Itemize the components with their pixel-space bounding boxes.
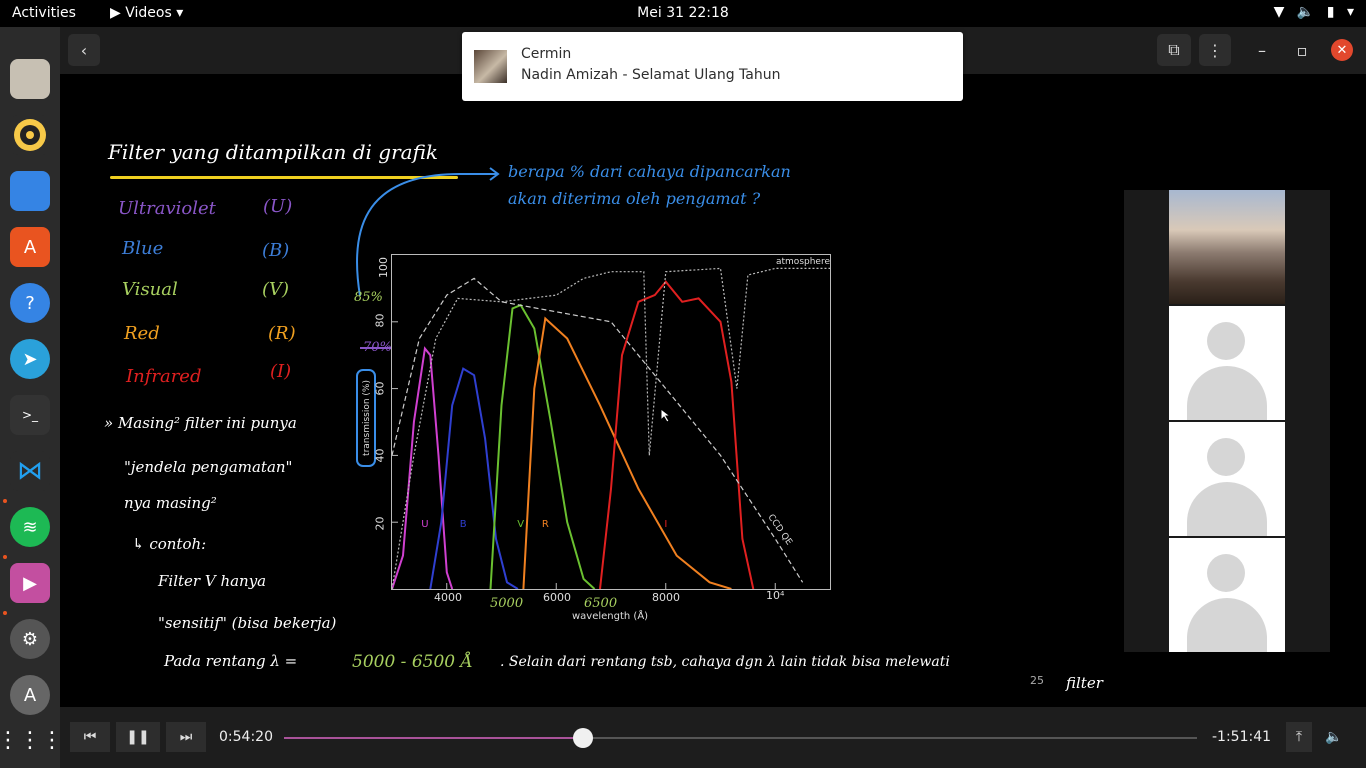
running-indicator [3, 555, 7, 559]
software-center-icon[interactable]: A [10, 227, 50, 267]
volume-icon: 🔈 [1325, 729, 1343, 745]
telegram-icon[interactable]: ➤ [10, 339, 50, 379]
y-axis-box-label: transmission (%) [362, 380, 372, 456]
battery-icon: ▮ [1326, 4, 1335, 20]
chevron-left-icon: ‹ [80, 40, 88, 60]
participant-avatar [1169, 306, 1285, 420]
player-controls: ⏮ ❚❚ ⏭ 0:54:20 -1:51:41 ⤒ 🔈 [60, 707, 1366, 768]
video-frame[interactable]: Filter yang ditampilkan di grafik berapa… [60, 74, 1366, 707]
fullscreen-icon: ⧉ [1168, 40, 1180, 59]
dock: A ? ➤ >_ ⋈ ≋ ▶ ⚙ A ⋮⋮⋮ [0, 27, 63, 768]
participants-panel [1124, 190, 1330, 652]
series-v [489, 303, 596, 589]
volume-icon: 🔈 [1296, 4, 1315, 20]
band-label: U [421, 519, 428, 530]
skip-forward-icon: ⏭ [179, 729, 193, 745]
writer-icon[interactable] [10, 171, 50, 211]
play-pause-button[interactable]: ❚❚ [116, 722, 160, 752]
terminal-icon[interactable]: >_ [10, 395, 50, 435]
x-tick-label: 4000 [434, 591, 462, 604]
participant-camera [1169, 190, 1285, 304]
series-r [522, 316, 732, 589]
rhythmbox-icon[interactable] [10, 115, 50, 155]
band-label: I [664, 519, 667, 530]
chevron-down-icon: ▾ [1346, 4, 1354, 20]
seek-handle[interactable] [572, 728, 593, 748]
top-bar: Activities ▶ Videos ▾ Mei 31 22:18 ▼ 🔈 ▮… [0, 0, 1366, 27]
band-label: V [517, 519, 524, 530]
album-art [474, 50, 507, 83]
files-icon[interactable] [10, 59, 50, 99]
band-label: B [460, 519, 467, 530]
elapsed-time: 0:54:20 [219, 729, 273, 745]
wifi-icon: ▼ [1273, 4, 1285, 20]
previous-button[interactable]: ⏮ [70, 722, 110, 752]
chart-plot: UBVRI [392, 267, 830, 589]
subtitle-button[interactable]: ⤒ [1286, 722, 1312, 752]
media-notification[interactable]: Cermin Nadin Amizah - Selamat Ulang Tahu… [462, 32, 963, 101]
band-label: R [542, 519, 549, 530]
y-tick-label: 40 [373, 448, 387, 463]
mark-85: 85% [354, 290, 383, 305]
back-button[interactable]: ‹ [68, 34, 100, 66]
x-tick-label: 8000 [652, 591, 680, 604]
x-tick-label: 10⁴ [766, 589, 785, 602]
spotify-icon[interactable]: ≋ [10, 507, 50, 547]
kebab-menu-icon: ⋮ [1207, 40, 1223, 60]
maximize-button[interactable]: ▫ [1288, 34, 1316, 66]
pause-icon: ❚❚ [126, 729, 150, 745]
close-button[interactable]: ✕ [1331, 39, 1353, 61]
app-menu[interactable]: ▶ Videos ▾ [110, 5, 183, 21]
mark-70: 70% [363, 340, 392, 355]
notification-app: Cermin [521, 46, 572, 62]
skip-back-icon: ⏮ [83, 729, 97, 745]
menu-button[interactable]: ⋮ [1199, 34, 1231, 66]
x-axis-label: wavelength (Å) [572, 611, 649, 622]
settings-icon[interactable]: ⚙ [10, 619, 50, 659]
series-u [392, 346, 454, 589]
chevron-down-icon: ▾ [176, 5, 184, 21]
restore-icon: ▫ [1296, 40, 1308, 60]
running-indicator [3, 499, 7, 503]
series-ccd-qe [392, 277, 804, 583]
vscode-icon[interactable]: ⋈ [10, 451, 50, 491]
close-icon: ✕ [1336, 42, 1348, 58]
participant-avatar [1169, 538, 1285, 652]
system-tray[interactable]: ▼ 🔈 ▮ ▾ [1266, 4, 1354, 20]
y-tick-label: 80 [373, 313, 387, 328]
running-indicator [3, 611, 7, 615]
seek-bar[interactable] [284, 737, 1197, 739]
minimize-icon: – [1258, 40, 1266, 60]
fullscreen-button[interactable]: ⧉ [1157, 34, 1191, 66]
videos-icon[interactable]: ▶ [10, 563, 50, 603]
app-menu-label: Videos [125, 5, 172, 21]
mark-5000: 5000 [490, 596, 524, 611]
participant-avatar [1169, 422, 1285, 536]
series-i [599, 280, 755, 589]
activities-button[interactable]: Activities [12, 5, 76, 21]
software-updater-icon[interactable]: A [10, 675, 50, 715]
transmission-chart: UBVRI atmosphere CCD QE [391, 254, 831, 590]
remaining-time: -1:51:41 [1212, 729, 1272, 745]
mark-6500: 6500 [584, 596, 618, 611]
show-apps-icon[interactable]: ⋮⋮⋮ [0, 720, 63, 760]
y-tick-label: 100 [377, 257, 390, 278]
series-b [429, 367, 519, 589]
minimize-button[interactable]: – [1248, 34, 1276, 66]
play-icon: ▶ [110, 5, 121, 21]
y-tick-label: 20 [373, 516, 387, 531]
annotation-atmosphere: atmosphere [776, 257, 830, 267]
notification-title: Nadin Amizah - Selamat Ulang Tahun [521, 67, 781, 83]
x-tick-label: 6000 [543, 591, 571, 604]
help-icon[interactable]: ? [10, 283, 50, 323]
mouse-cursor-icon [660, 408, 672, 423]
y-tick-label: 60 [373, 381, 387, 396]
volume-button[interactable]: 🔈 [1320, 722, 1348, 752]
next-button[interactable]: ⏭ [166, 722, 206, 752]
clock[interactable]: Mei 31 22:18 [0, 5, 1366, 21]
subtitle-icon: ⤒ [1295, 729, 1303, 745]
seek-progress [284, 737, 583, 739]
